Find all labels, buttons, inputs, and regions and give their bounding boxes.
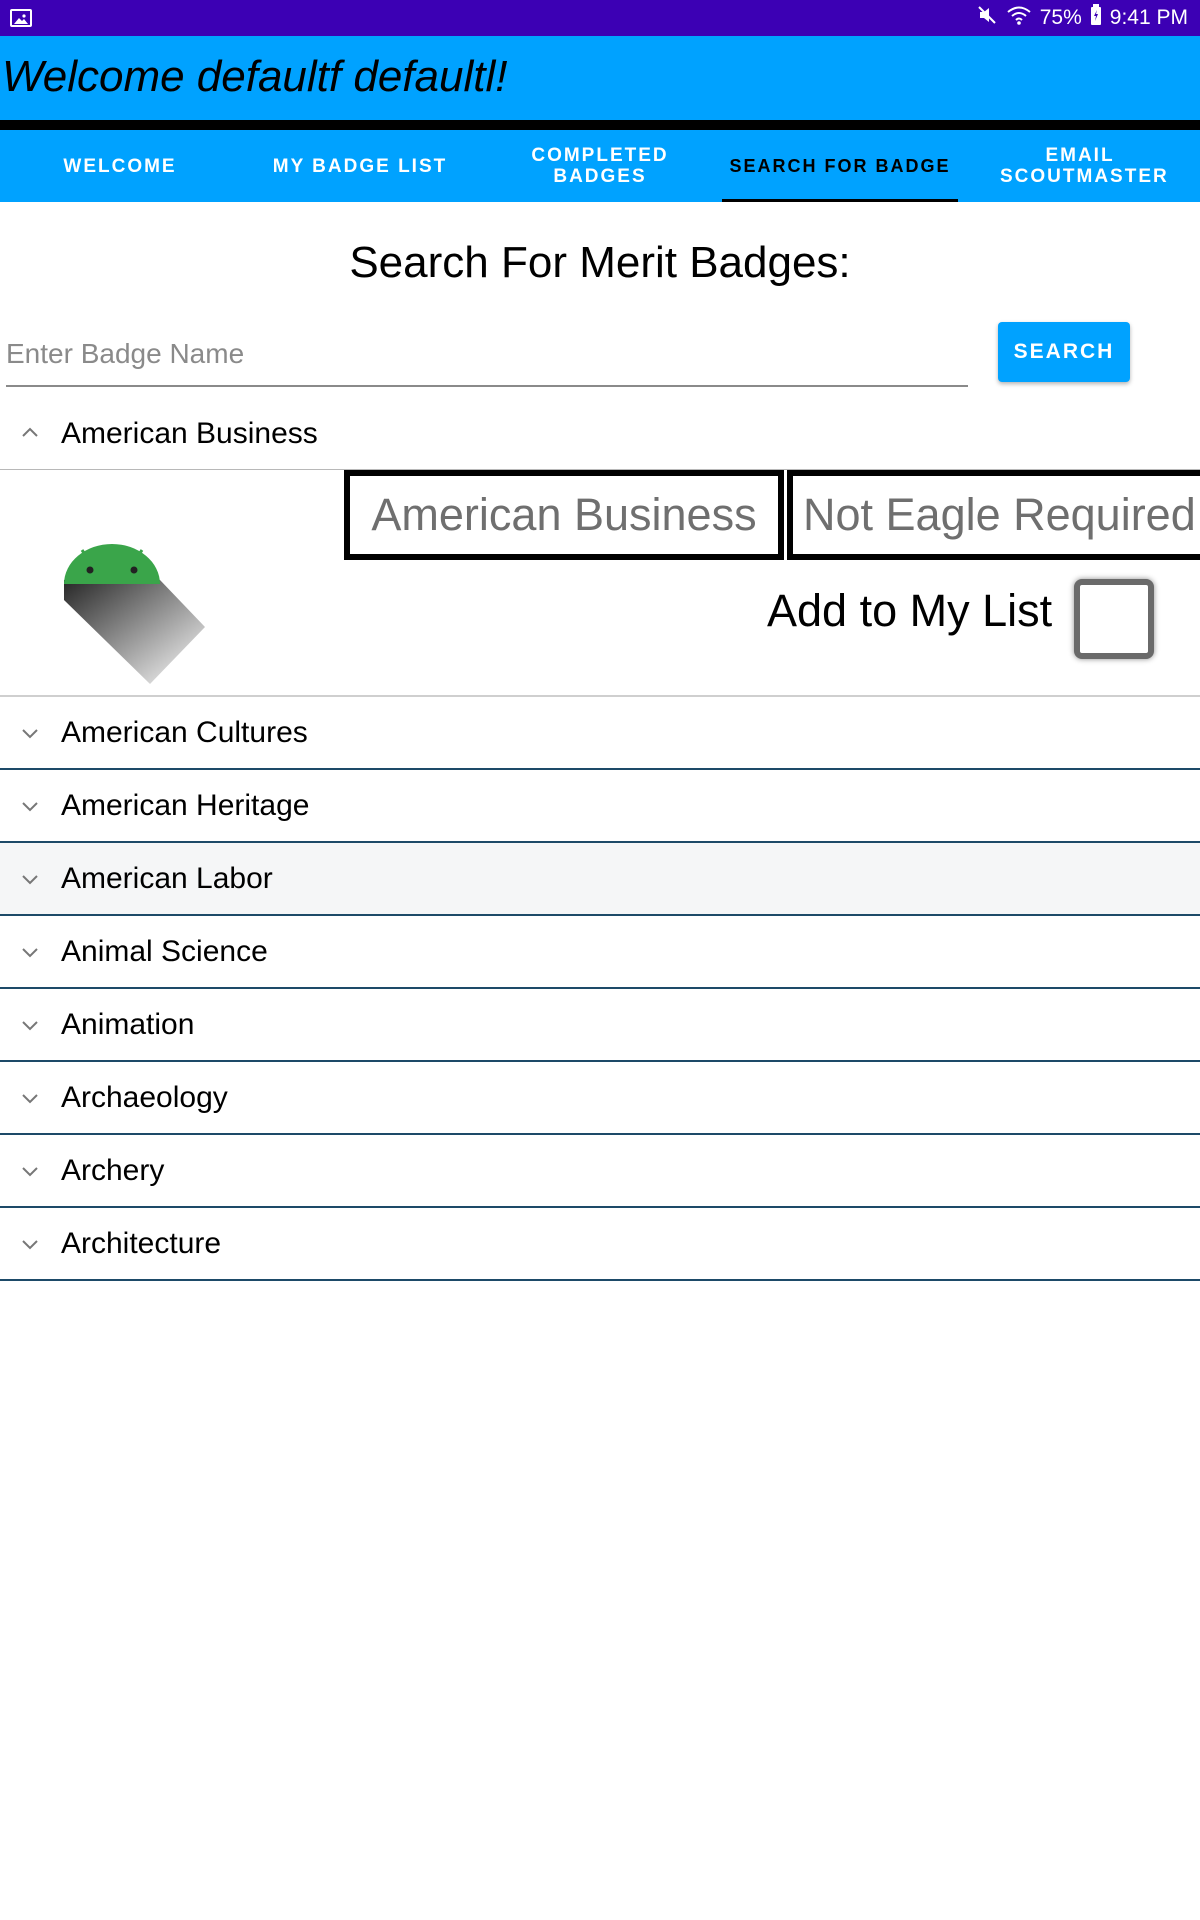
- header-divider: [0, 120, 1200, 130]
- list-item-label: Animation: [61, 1008, 195, 1041]
- list-item-american-cultures[interactable]: American Cultures: [0, 697, 1200, 770]
- tab-search-for-badge[interactable]: SEARCH FOR BADGE: [720, 130, 960, 202]
- add-to-list-checkbox[interactable]: [1074, 579, 1154, 659]
- list-item-animation[interactable]: Animation: [0, 989, 1200, 1062]
- battery-icon: [1090, 4, 1102, 32]
- status-bar: 75% 9:41 PM: [0, 0, 1200, 36]
- search-button[interactable]: SEARCH: [998, 322, 1130, 382]
- eagle-status-box: Not Eagle Required: [787, 470, 1200, 560]
- chevron-down-icon: [22, 1167, 38, 1177]
- list-item-animal-science[interactable]: Animal Science: [0, 916, 1200, 989]
- mute-icon: [976, 4, 998, 32]
- chevron-down-icon: [22, 1094, 38, 1104]
- search-field: [6, 325, 968, 387]
- list-item-label: Animal Science: [61, 935, 268, 968]
- chevron-up-icon: [22, 427, 38, 437]
- tab-label: SEARCH FOR BADGE: [729, 155, 951, 176]
- tab-label: MY BADGE LIST: [272, 155, 448, 177]
- android-icon: [60, 542, 210, 692]
- battery-percent: 75%: [1039, 6, 1082, 29]
- wifi-icon: [1006, 4, 1032, 32]
- list-item-label: Architecture: [61, 1227, 222, 1260]
- accordion-label: American Business: [61, 417, 318, 450]
- tab-completed-badges[interactable]: COMPLETED BADGES: [480, 130, 720, 202]
- list-item-label: Archery: [61, 1154, 165, 1187]
- list-item-label: American Cultures: [61, 716, 308, 749]
- tab-email-scoutmaster[interactable]: EMAIL SCOUTMASTER: [960, 130, 1200, 202]
- chevron-down-icon: [22, 729, 38, 739]
- eagle-status: Not Eagle Required: [803, 489, 1196, 540]
- app-header: Welcome defaultf defaultl!: [0, 36, 1200, 120]
- list-item-american-labor[interactable]: American Labor: [0, 843, 1200, 916]
- list-item-label: American Heritage: [61, 789, 310, 822]
- list-item-archaeology[interactable]: Archaeology: [0, 1062, 1200, 1135]
- gallery-icon: [10, 9, 32, 27]
- badge-name-box: American Business: [344, 470, 784, 560]
- search-heading: Search For Merit Badges:: [349, 238, 851, 287]
- tab-label: COMPLETED BADGES: [531, 145, 669, 187]
- chevron-down-icon: [22, 1021, 38, 1031]
- list-item-label: Archaeology: [61, 1081, 228, 1114]
- tab-label: EMAIL SCOUTMASTER: [1000, 145, 1169, 187]
- chevron-down-icon: [22, 802, 38, 812]
- list-item-american-heritage[interactable]: American Heritage: [0, 770, 1200, 843]
- tab-label: WELCOME: [63, 155, 177, 177]
- list-item-archery[interactable]: Archery: [0, 1135, 1200, 1208]
- badge-detail-name: American Business: [371, 489, 757, 540]
- tab-my-badge-list[interactable]: MY BADGE LIST: [240, 130, 480, 202]
- badge-name-input[interactable]: [6, 325, 968, 383]
- welcome-title: Welcome defaultf defaultl!: [2, 52, 508, 101]
- status-time: 9:41 PM: [1109, 6, 1188, 29]
- list-item-architecture[interactable]: Architecture: [0, 1208, 1200, 1281]
- badge-detail-panel: American Business Not Eagle Required Add…: [0, 470, 1200, 697]
- tab-welcome[interactable]: WELCOME: [0, 130, 240, 202]
- list-item-label: American Labor: [61, 862, 273, 895]
- add-to-list-label: Add to My List: [767, 585, 1053, 636]
- accordion-header-american-business[interactable]: American Business: [0, 397, 1200, 470]
- chevron-down-icon: [22, 875, 38, 885]
- chevron-down-icon: [22, 1240, 38, 1250]
- chevron-down-icon: [22, 948, 38, 958]
- tab-bar: WELCOME MY BADGE LIST COMPLETED BADGES S…: [0, 130, 1200, 202]
